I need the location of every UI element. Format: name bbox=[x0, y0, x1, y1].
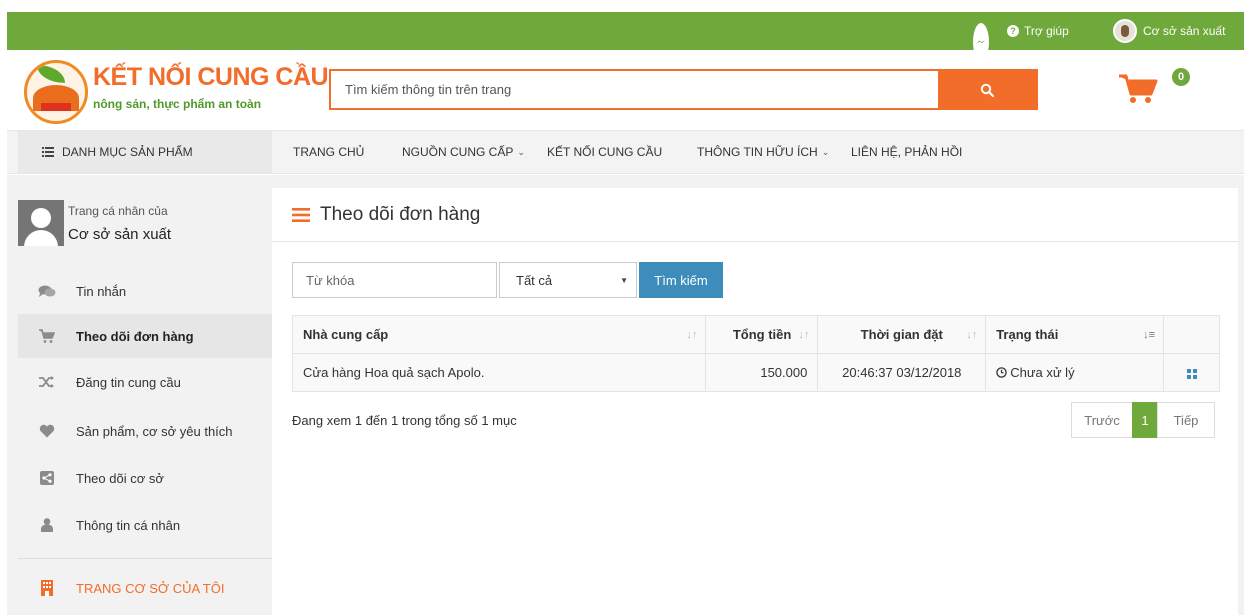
col-label: Thời gian đặt bbox=[860, 327, 943, 342]
user-icon bbox=[18, 518, 76, 532]
status-select-value: Tất cả bbox=[516, 272, 553, 288]
question-icon: ? bbox=[1007, 25, 1019, 37]
col-time-header[interactable]: Thời gian đặt ↓↑ bbox=[817, 315, 987, 354]
keyword-input[interactable] bbox=[292, 262, 497, 298]
sidebar-item-profile[interactable]: Thông tin cá nhân bbox=[18, 503, 272, 547]
search-button[interactable] bbox=[938, 71, 1036, 108]
cart-icon[interactable] bbox=[1117, 68, 1161, 104]
caret-down-icon: ▼ bbox=[620, 276, 628, 285]
site-logo[interactable] bbox=[24, 60, 88, 124]
col-supplier-header[interactable]: Nhà cung cấp ↓↑ bbox=[291, 315, 707, 354]
pagination-next[interactable]: Tiếp bbox=[1157, 402, 1215, 438]
search-input[interactable] bbox=[331, 71, 931, 108]
sidebar-item-label: TRANG CƠ SỞ CỦA TÔI bbox=[76, 580, 225, 596]
sidebar-item-orders[interactable]: Theo dõi đơn hàng bbox=[18, 314, 272, 358]
sidebar-item-favorites[interactable]: Sản phẩm, cơ sở yêu thích bbox=[18, 409, 272, 453]
top-bar: ? Trợ giúp Cơ sở sản xuất bbox=[7, 12, 1244, 61]
nav-supply-label: NGUỒN CUNG CẤP bbox=[402, 145, 514, 159]
cell-actions bbox=[1163, 353, 1220, 392]
col-label: Trạng thái bbox=[996, 327, 1059, 342]
table-summary: Đang xem 1 đến 1 trong tổng số 1 mục bbox=[292, 413, 517, 428]
pagination-prev[interactable]: Trước bbox=[1071, 402, 1133, 438]
sidebar-item-follow[interactable]: Theo dõi cơ sở bbox=[18, 456, 272, 500]
nav-contact-label: LIÊN HỆ, PHẢN HỒI bbox=[851, 145, 963, 159]
orders-table: Nhà cung cấp ↓↑ Tổng tiền ↓↑ Thời gian đặt… bbox=[291, 315, 1220, 392]
nav-info-label: THÔNG TIN HỮU ÍCH bbox=[697, 145, 818, 159]
user-avatar bbox=[1113, 19, 1137, 43]
nav-home-label: TRANG CHỦ bbox=[293, 145, 365, 159]
brand-subtitle: nông sản, thực phẩm an toàn bbox=[93, 97, 262, 111]
sidebar-divider bbox=[18, 558, 272, 559]
col-total-header[interactable]: Tổng tiền ↓↑ bbox=[705, 315, 819, 354]
sidebar-item-label: Sản phẩm, cơ sở yêu thích bbox=[76, 423, 233, 439]
col-label: Tổng tiền bbox=[732, 327, 792, 342]
building-icon bbox=[18, 580, 76, 596]
sort-icon: ↓↑ bbox=[966, 329, 978, 341]
table-row[interactable]: Cửa hàng Hoa quả sạch Apolo. 150.000 20:… bbox=[291, 353, 1220, 392]
sidebar-item-label: Theo dõi đơn hàng bbox=[76, 328, 194, 344]
panel-header: Theo dõi đơn hàng bbox=[272, 188, 1238, 242]
main-nav: DANH MỤC SẢN PHẨM TRANG CHỦ NGUỒN CUNG C… bbox=[7, 130, 1244, 174]
col-status-header[interactable]: Trạng thái ↓≡ bbox=[985, 315, 1164, 354]
cell-status: Chưa xử lý bbox=[985, 353, 1164, 392]
chevron-down-icon: ⌄ bbox=[517, 146, 525, 157]
nav-contact[interactable]: LIÊN HỆ, PHẢN HỒI bbox=[851, 131, 962, 173]
user-menu[interactable]: Cơ sở sản xuất bbox=[1113, 12, 1225, 50]
user-name: Cơ sở sản xuất bbox=[1143, 24, 1226, 38]
nav-connect-label: KẾT NỐI CUNG CẦU bbox=[547, 145, 663, 159]
search-icon bbox=[980, 83, 994, 97]
sidebar-item-messages[interactable]: Tin nhắn bbox=[18, 269, 272, 313]
nav-connect[interactable]: KẾT NỐI CUNG CẦU bbox=[547, 131, 662, 173]
profile-avatar[interactable] bbox=[18, 200, 64, 246]
status-select[interactable]: Tất cả ▼ bbox=[499, 262, 637, 298]
category-menu-button[interactable]: DANH MỤC SẢN PHẨM bbox=[18, 131, 272, 173]
pagination-page-1[interactable]: 1 bbox=[1132, 402, 1158, 438]
chat-icon bbox=[18, 284, 76, 298]
sidebar-item-post[interactable]: Đăng tin cung cầu bbox=[18, 360, 272, 404]
sidebar: Trang cá nhân của Cơ sở sản xuất Tin nhắ… bbox=[18, 188, 272, 615]
search-orders-button[interactable]: Tìm kiếm bbox=[639, 262, 723, 298]
sidebar-item-label: Theo dõi cơ sở bbox=[76, 470, 164, 486]
cart-count-badge: 0 bbox=[1172, 68, 1190, 86]
cell-supplier: Cửa hàng Hoa quả sạch Apolo. bbox=[291, 353, 707, 392]
header: KẾT NỐI CUNG CẦU nông sản, thực phẩm an … bbox=[7, 50, 1244, 130]
order-tracking-panel: Theo dõi đơn hàng Tất cả ▼ Tìm kiếm Nhà … bbox=[272, 188, 1238, 615]
cell-total: 150.000 bbox=[705, 353, 819, 392]
nav-home[interactable]: TRANG CHỦ bbox=[293, 131, 364, 173]
cell-time: 20:46:37 03/12/2018 bbox=[817, 353, 987, 392]
col-label: Nhà cung cấp bbox=[303, 327, 389, 342]
heart-icon bbox=[18, 424, 76, 438]
sidebar-item-label: Đăng tin cung cầu bbox=[76, 374, 181, 390]
clock-icon bbox=[996, 367, 1007, 378]
pagination: Trước 1 Tiếp bbox=[1071, 402, 1215, 438]
search-bar bbox=[329, 69, 1038, 110]
col-actions-header bbox=[1163, 315, 1220, 354]
sort-icon: ↓↑ bbox=[798, 329, 810, 341]
help-link[interactable]: ? Trợ giúp bbox=[1007, 12, 1069, 50]
shuffle-icon bbox=[18, 376, 76, 388]
list-icon bbox=[42, 147, 54, 157]
sort-icon: ↓↑ bbox=[686, 329, 698, 341]
nav-supply-sources[interactable]: NGUỒN CUNG CẤP ⌄ bbox=[402, 131, 525, 173]
page-margin bbox=[0, 0, 7, 615]
brand-title[interactable]: KẾT NỐI CUNG CẦU bbox=[93, 63, 329, 92]
category-label: DANH MỤC SẢN PHẨM bbox=[62, 145, 193, 159]
nav-useful-info[interactable]: THÔNG TIN HỮU ÍCH ⌄ bbox=[697, 131, 829, 173]
cart-icon bbox=[18, 329, 76, 343]
status-text: Chưa xử lý bbox=[1010, 365, 1075, 380]
help-label: Trợ giúp bbox=[1024, 24, 1069, 38]
page-title: Theo dõi đơn hàng bbox=[320, 203, 481, 225]
profile-caption: Trang cá nhân của bbox=[68, 204, 168, 218]
sort-desc-icon: ↓≡ bbox=[1143, 329, 1155, 341]
profile-name[interactable]: Cơ sở sản xuất bbox=[68, 226, 171, 243]
sidebar-item-label: Tin nhắn bbox=[76, 283, 127, 299]
menu-icon bbox=[292, 207, 310, 222]
share-icon bbox=[18, 471, 76, 485]
sidebar-item-my-shop[interactable]: TRANG CƠ SỞ CỦA TÔI bbox=[18, 566, 272, 610]
table-header-row: Nhà cung cấp ↓↑ Tổng tiền ↓↑ Thời gian đặt… bbox=[291, 315, 1220, 354]
view-detail-icon[interactable] bbox=[1186, 368, 1197, 379]
chevron-down-icon: ⌄ bbox=[821, 146, 830, 157]
sidebar-item-label: Thông tin cá nhân bbox=[76, 517, 181, 533]
